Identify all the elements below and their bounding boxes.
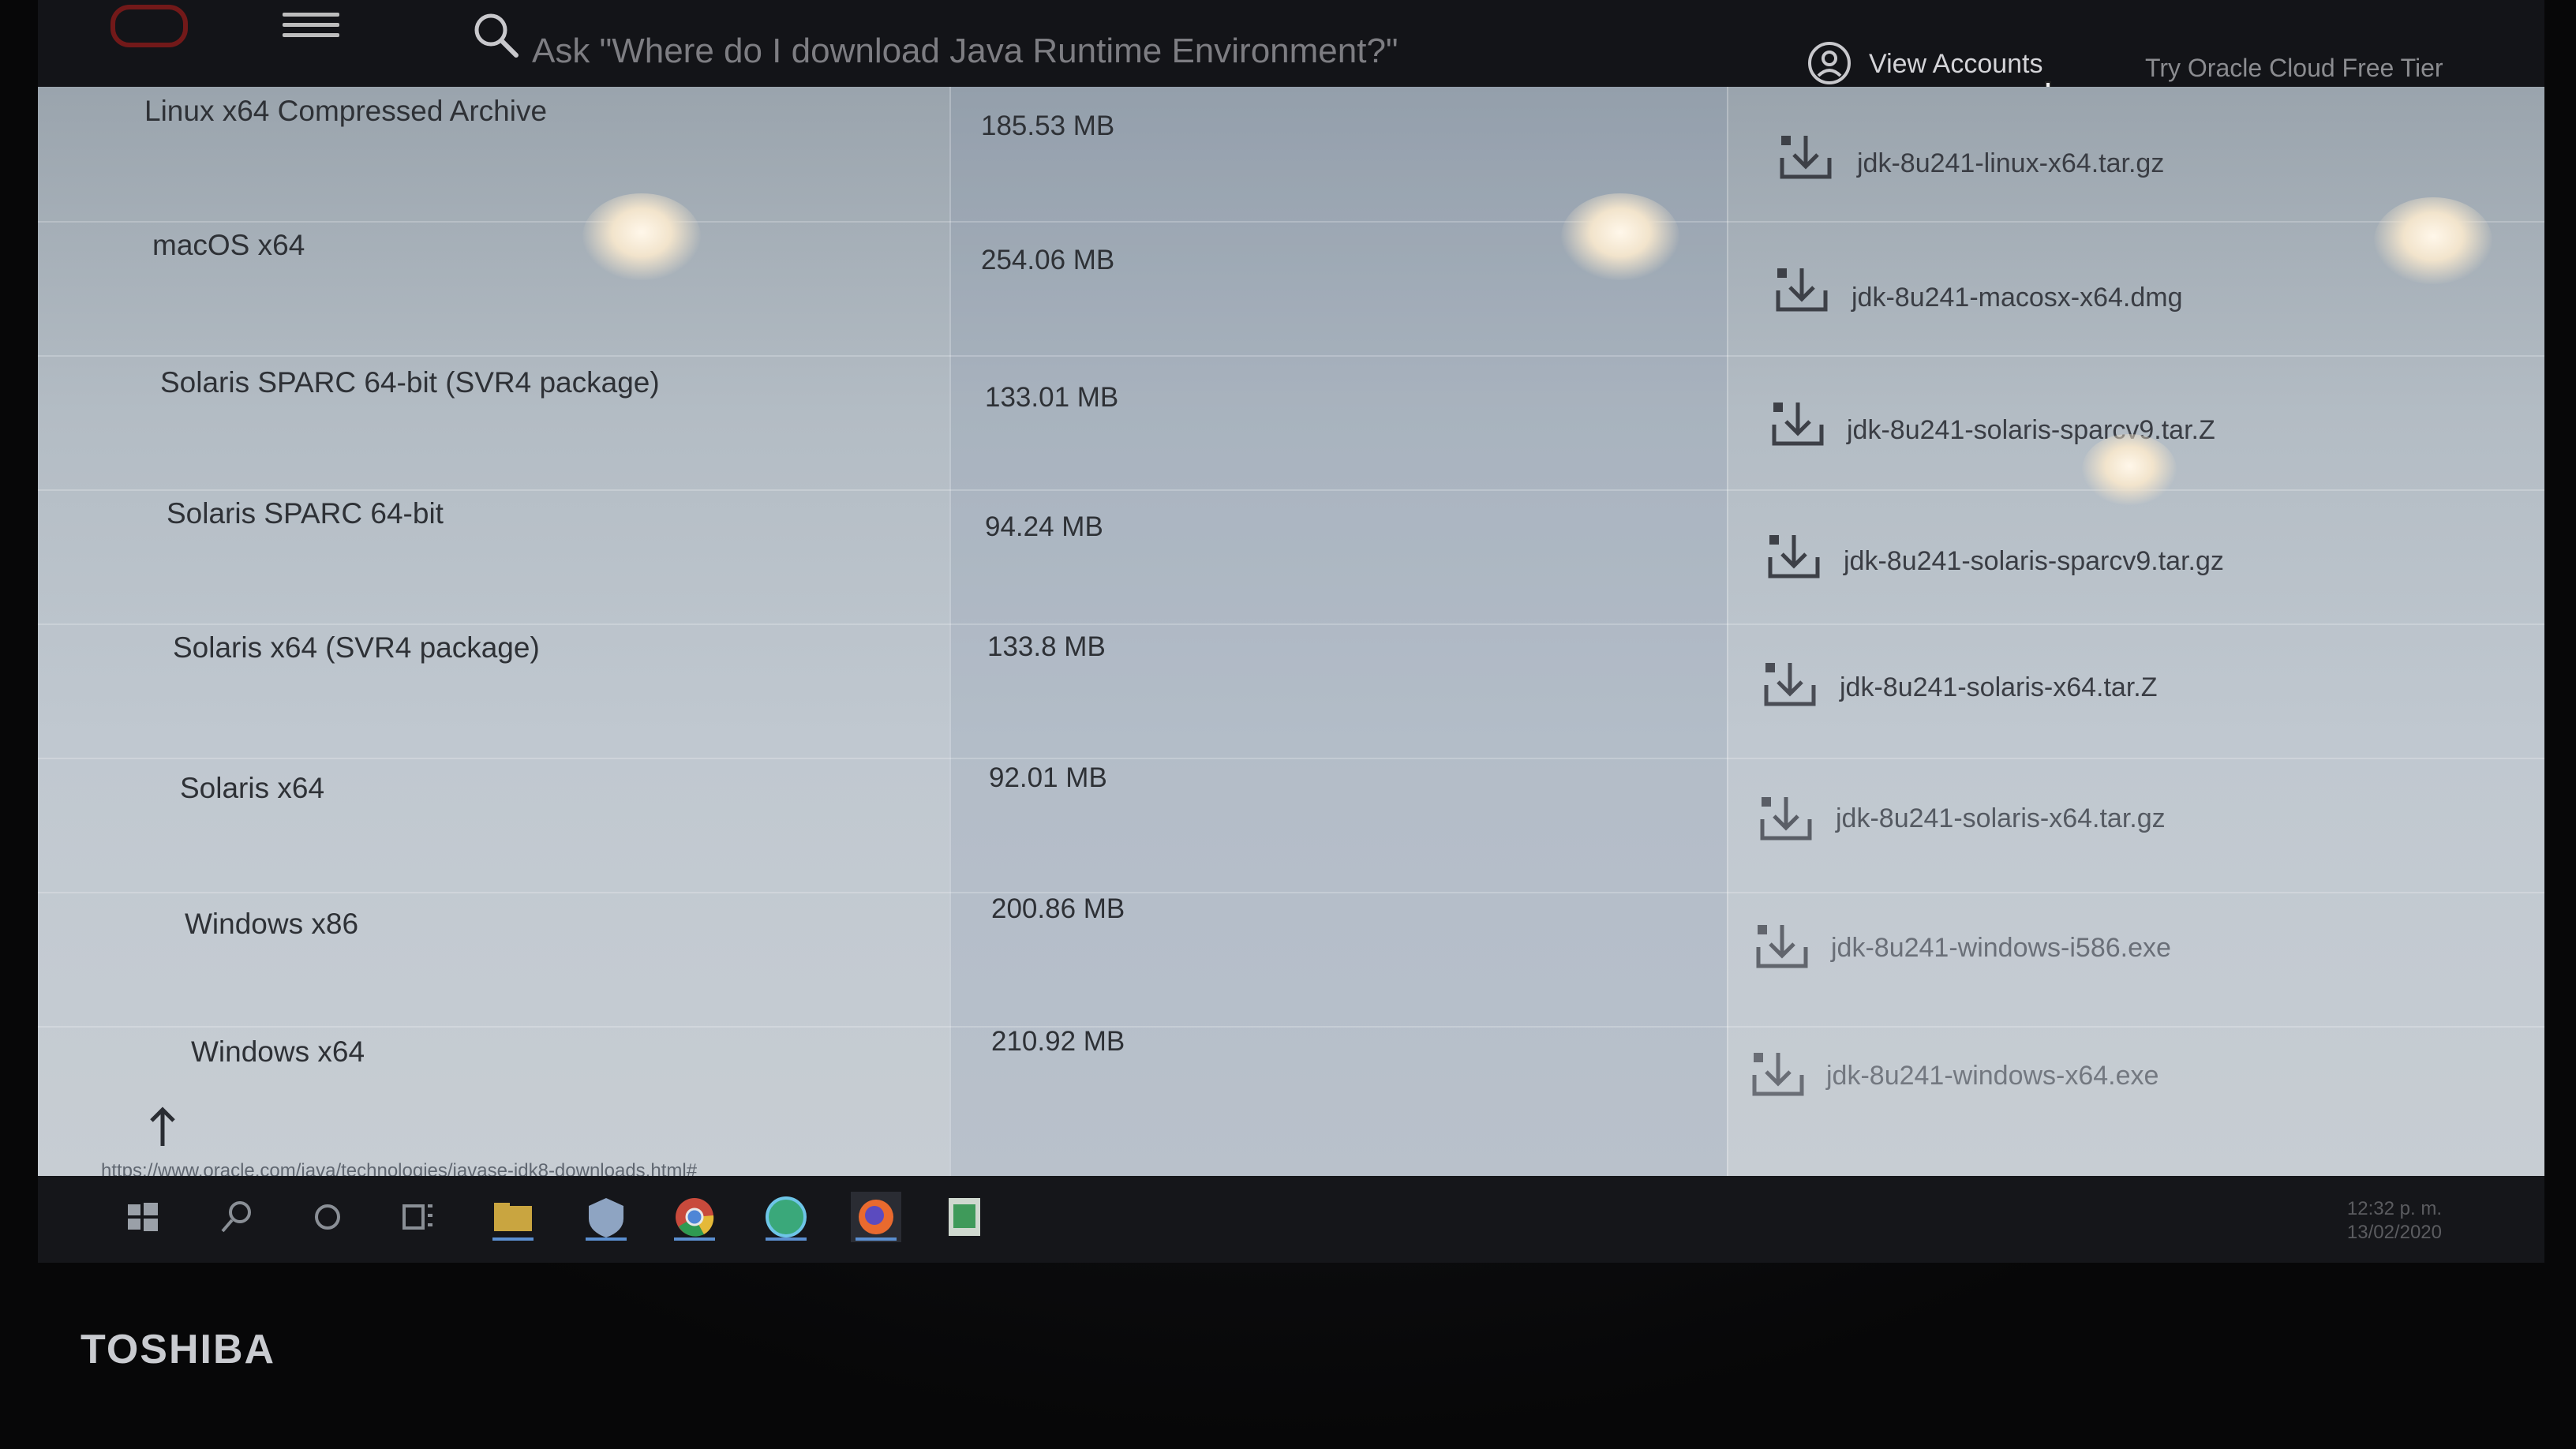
download-link[interactable]: jdk-8u241-windows-i586.exe <box>1831 933 2171 964</box>
file-size: 210.92 MB <box>991 1026 1125 1057</box>
table-row: macOS x64 254.06 MB jdk-8u241-macosx-x64… <box>38 221 2544 357</box>
back-to-top-icon[interactable] <box>147 1105 178 1149</box>
spreadsheet-app-icon[interactable] <box>939 1192 990 1242</box>
laptop-brand-logo: TOSHIBA <box>80 1327 276 1372</box>
os-name: Windows x86 <box>185 908 359 940</box>
file-explorer-icon[interactable] <box>488 1192 538 1242</box>
download-icon[interactable] <box>1778 131 1833 182</box>
file-size: 254.06 MB <box>981 245 1115 275</box>
screen: Ask "Where do I download Java Runtime En… <box>38 0 2544 1263</box>
download-icon[interactable] <box>1750 1048 1806 1099</box>
shield-app-icon[interactable] <box>581 1192 631 1242</box>
table-row: Solaris x64 (SVR4 package) 133.8 MB jdk-… <box>38 623 2544 759</box>
hamburger-menu-icon[interactable] <box>283 6 339 44</box>
view-accounts-button[interactable]: View Accounts <box>1869 49 2043 80</box>
os-name: Windows x64 <box>191 1035 365 1068</box>
os-name: Solaris x64 (SVR4 package) <box>173 631 540 664</box>
file-size: 133.01 MB <box>985 382 1119 413</box>
download-icon[interactable] <box>1754 920 1810 971</box>
search-icon[interactable] <box>212 1192 262 1242</box>
download-link[interactable]: jdk-8u241-solaris-sparcv9.tar.Z <box>1847 415 2215 446</box>
os-name: Solaris x64 <box>180 772 325 804</box>
download-link[interactable]: jdk-8u241-windows-x64.exe <box>1826 1061 2159 1091</box>
file-size: 94.24 MB <box>985 511 1103 542</box>
light-reflection <box>582 193 701 280</box>
download-link[interactable]: jdk-8u241-linux-x64.tar.gz <box>1857 148 2164 179</box>
download-icon[interactable] <box>1762 658 1818 709</box>
light-reflection <box>2082 434 2177 505</box>
file-size: 92.01 MB <box>989 762 1107 793</box>
file-size: 200.86 MB <box>991 893 1125 924</box>
account-icon[interactable] <box>1806 39 1853 87</box>
os-name: Solaris SPARC 64-bit (SVR4 package) <box>160 366 660 399</box>
search-input[interactable]: Ask "Where do I download Java Runtime En… <box>532 32 1398 71</box>
table-row: Solaris SPARC 64-bit 94.24 MB jdk-8u241-… <box>38 489 2544 625</box>
oracle-logo[interactable] <box>110 5 188 47</box>
start-icon[interactable] <box>117 1192 167 1242</box>
file-size: 133.8 MB <box>987 631 1106 662</box>
download-link[interactable]: jdk-8u241-macosx-x64.dmg <box>1852 283 2183 313</box>
try-oracle-cloud-link[interactable]: Try Oracle Cloud Free Tier <box>2145 54 2443 83</box>
clock-time[interactable]: 12:32 p. m. <box>2347 1198 2442 1220</box>
os-name: macOS x64 <box>152 229 305 261</box>
table-row: Windows x64 210.92 MB jdk-8u241-windows-… <box>38 1026 2544 1160</box>
table-row: Linux x64 Compressed Archive 185.53 MB j… <box>38 87 2544 223</box>
download-icon[interactable] <box>1758 792 1814 843</box>
file-size: 185.53 MB <box>981 110 1115 141</box>
task-view-icon[interactable] <box>393 1192 444 1242</box>
download-icon[interactable] <box>1766 530 1822 581</box>
downloads-table: Linux x64 Compressed Archive 185.53 MB j… <box>38 87 2544 1176</box>
globe-app-icon[interactable] <box>761 1192 811 1242</box>
cortana-icon[interactable] <box>302 1192 353 1242</box>
download-link[interactable]: jdk-8u241-solaris-sparcv9.tar.gz <box>1844 546 2224 577</box>
chrome-icon[interactable] <box>669 1192 720 1242</box>
firefox-icon[interactable] <box>851 1192 901 1242</box>
download-link[interactable]: jdk-8u241-solaris-x64.tar.Z <box>1840 672 2158 703</box>
light-reflection <box>2374 197 2492 284</box>
os-name: Linux x64 Compressed Archive <box>144 95 548 127</box>
clock-date[interactable]: 13/02/2020 <box>2347 1222 2442 1244</box>
table-row: Windows x86 200.86 MB jdk-8u241-windows-… <box>38 892 2544 1028</box>
download-icon[interactable] <box>1770 398 1825 448</box>
os-name: Solaris SPARC 64-bit <box>167 497 444 530</box>
table-row: Solaris x64 92.01 MB jdk-8u241-solaris-x… <box>38 758 2544 893</box>
search-icon[interactable] <box>470 9 521 60</box>
download-icon[interactable] <box>1774 264 1829 314</box>
windows-taskbar: 12:32 p. m. 13/02/2020 <box>38 1176 2544 1263</box>
light-reflection <box>1561 193 1679 280</box>
download-link[interactable]: jdk-8u241-solaris-x64.tar.gz <box>1836 803 2166 834</box>
